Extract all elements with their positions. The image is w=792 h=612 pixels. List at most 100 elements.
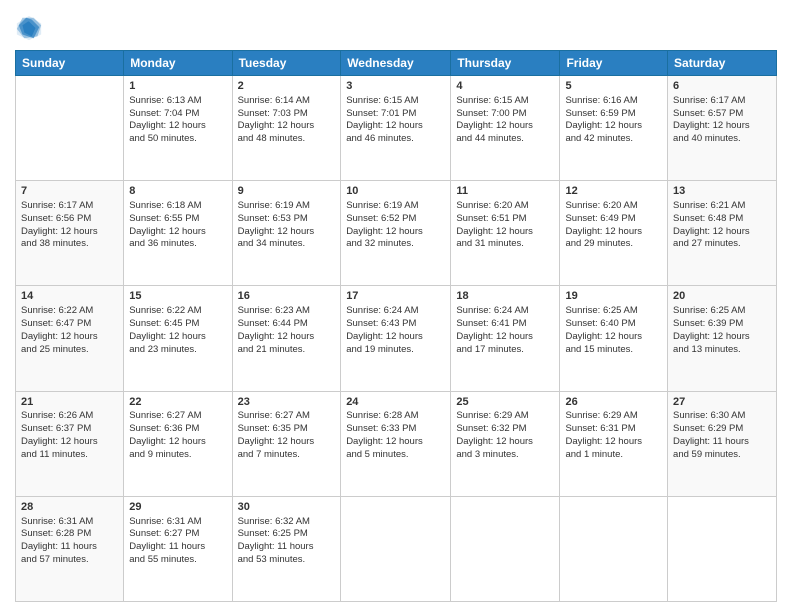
day-info-line: Sunset: 6:32 PM — [456, 423, 526, 434]
calendar-cell — [451, 496, 560, 601]
calendar-cell: 19Sunrise: 6:25 AMSunset: 6:40 PMDayligh… — [560, 286, 668, 391]
day-info-line: Daylight: 11 hours — [129, 541, 205, 552]
day-info-line: Sunset: 6:48 PM — [673, 213, 743, 224]
day-number: 18 — [456, 289, 554, 304]
day-info-line: and 31 minutes. — [456, 238, 524, 249]
day-number: 8 — [129, 184, 226, 199]
calendar-cell: 18Sunrise: 6:24 AMSunset: 6:41 PMDayligh… — [451, 286, 560, 391]
day-info-line: Sunrise: 6:30 AM — [673, 410, 745, 421]
day-number: 9 — [238, 184, 336, 199]
day-info-line: and 50 minutes. — [129, 133, 197, 144]
day-info-line: Sunrise: 6:29 AM — [565, 410, 637, 421]
logo-icon — [15, 14, 43, 42]
day-info-line: Sunset: 7:04 PM — [129, 108, 199, 119]
day-number: 4 — [456, 79, 554, 94]
day-info-line: Sunset: 7:03 PM — [238, 108, 308, 119]
day-info-line: and 5 minutes. — [346, 449, 408, 460]
day-info-line: Sunset: 6:57 PM — [673, 108, 743, 119]
day-info-line: Sunrise: 6:26 AM — [21, 410, 93, 421]
day-info-line: Sunrise: 6:20 AM — [456, 200, 528, 211]
day-info-line: Daylight: 12 hours — [346, 120, 423, 131]
day-info-line: Sunrise: 6:22 AM — [21, 305, 93, 316]
day-info-line: Sunset: 7:00 PM — [456, 108, 526, 119]
day-info-line: and 38 minutes. — [21, 238, 89, 249]
day-info-line: Sunrise: 6:27 AM — [238, 410, 310, 421]
day-info-line: Daylight: 12 hours — [456, 436, 533, 447]
day-info-line: and 57 minutes. — [21, 554, 89, 565]
day-info-line: Daylight: 12 hours — [456, 226, 533, 237]
header-friday: Friday — [560, 51, 668, 76]
day-info-line: and 11 minutes. — [21, 449, 88, 460]
day-info-line: Daylight: 11 hours — [238, 541, 314, 552]
day-number: 24 — [346, 395, 445, 410]
calendar-cell — [16, 76, 124, 181]
header-thursday: Thursday — [451, 51, 560, 76]
calendar-cell: 4Sunrise: 6:15 AMSunset: 7:00 PMDaylight… — [451, 76, 560, 181]
day-info-line: Sunset: 6:49 PM — [565, 213, 635, 224]
calendar-cell: 10Sunrise: 6:19 AMSunset: 6:52 PMDayligh… — [341, 181, 451, 286]
day-info-line: Sunset: 6:28 PM — [21, 528, 91, 539]
day-info-line: and 7 minutes. — [238, 449, 300, 460]
day-info-line: Sunrise: 6:29 AM — [456, 410, 528, 421]
day-info-line: Sunrise: 6:23 AM — [238, 305, 310, 316]
day-info-line: Sunset: 6:43 PM — [346, 318, 416, 329]
day-info-line: Daylight: 12 hours — [565, 436, 642, 447]
calendar-cell: 2Sunrise: 6:14 AMSunset: 7:03 PMDaylight… — [232, 76, 341, 181]
day-info-line: and 15 minutes. — [565, 344, 633, 355]
week-row-4: 21Sunrise: 6:26 AMSunset: 6:37 PMDayligh… — [16, 391, 777, 496]
day-info-line: and 34 minutes. — [238, 238, 306, 249]
calendar-cell: 26Sunrise: 6:29 AMSunset: 6:31 PMDayligh… — [560, 391, 668, 496]
day-info-line: Daylight: 12 hours — [238, 226, 315, 237]
day-number: 12 — [565, 184, 662, 199]
day-info-line: Daylight: 12 hours — [21, 226, 98, 237]
day-number: 29 — [129, 500, 226, 515]
calendar-cell: 30Sunrise: 6:32 AMSunset: 6:25 PMDayligh… — [232, 496, 341, 601]
day-info-line: and 3 minutes. — [456, 449, 518, 460]
day-info-line: Sunrise: 6:19 AM — [238, 200, 310, 211]
day-info-line: Sunset: 6:41 PM — [456, 318, 526, 329]
day-info-line: Daylight: 12 hours — [238, 436, 315, 447]
calendar-cell: 14Sunrise: 6:22 AMSunset: 6:47 PMDayligh… — [16, 286, 124, 391]
day-info-line: Sunrise: 6:18 AM — [129, 200, 201, 211]
day-info-line: Sunset: 6:39 PM — [673, 318, 743, 329]
day-info-line: and 29 minutes. — [565, 238, 633, 249]
day-info-line: and 9 minutes. — [129, 449, 191, 460]
day-info-line: Sunrise: 6:21 AM — [673, 200, 745, 211]
logo — [15, 14, 45, 42]
calendar-cell: 7Sunrise: 6:17 AMSunset: 6:56 PMDaylight… — [16, 181, 124, 286]
day-info-line: and 48 minutes. — [238, 133, 306, 144]
day-info-line: Sunset: 7:01 PM — [346, 108, 416, 119]
week-row-1: 1Sunrise: 6:13 AMSunset: 7:04 PMDaylight… — [16, 76, 777, 181]
day-info-line: Sunset: 6:25 PM — [238, 528, 308, 539]
day-info-line: Daylight: 12 hours — [238, 331, 315, 342]
day-info-line: and 23 minutes. — [129, 344, 197, 355]
day-info-line: Sunrise: 6:28 AM — [346, 410, 418, 421]
calendar-cell: 6Sunrise: 6:17 AMSunset: 6:57 PMDaylight… — [668, 76, 777, 181]
header-monday: Monday — [124, 51, 232, 76]
day-info-line: and 59 minutes. — [673, 449, 741, 460]
day-info-line: Daylight: 11 hours — [21, 541, 97, 552]
day-number: 22 — [129, 395, 226, 410]
day-info-line: Daylight: 12 hours — [129, 120, 206, 131]
day-info-line: Daylight: 12 hours — [21, 436, 98, 447]
day-info-line: Sunset: 6:56 PM — [21, 213, 91, 224]
day-info-line: Sunset: 6:35 PM — [238, 423, 308, 434]
day-info-line: Sunrise: 6:24 AM — [456, 305, 528, 316]
day-info-line: Sunrise: 6:27 AM — [129, 410, 201, 421]
day-info-line: Sunset: 6:53 PM — [238, 213, 308, 224]
day-info-line: and 27 minutes. — [673, 238, 741, 249]
day-number: 30 — [238, 500, 336, 515]
day-info-line: and 25 minutes. — [21, 344, 89, 355]
day-info-line: Sunset: 6:47 PM — [21, 318, 91, 329]
calendar-cell: 5Sunrise: 6:16 AMSunset: 6:59 PMDaylight… — [560, 76, 668, 181]
day-info-line: Sunrise: 6:15 AM — [456, 95, 528, 106]
calendar-cell: 3Sunrise: 6:15 AMSunset: 7:01 PMDaylight… — [341, 76, 451, 181]
day-number: 13 — [673, 184, 771, 199]
calendar-cell: 20Sunrise: 6:25 AMSunset: 6:39 PMDayligh… — [668, 286, 777, 391]
day-number: 26 — [565, 395, 662, 410]
day-number: 1 — [129, 79, 226, 94]
calendar-cell: 15Sunrise: 6:22 AMSunset: 6:45 PMDayligh… — [124, 286, 232, 391]
header — [15, 10, 777, 42]
day-info-line: and 17 minutes. — [456, 344, 524, 355]
day-info-line: Sunset: 6:45 PM — [129, 318, 199, 329]
